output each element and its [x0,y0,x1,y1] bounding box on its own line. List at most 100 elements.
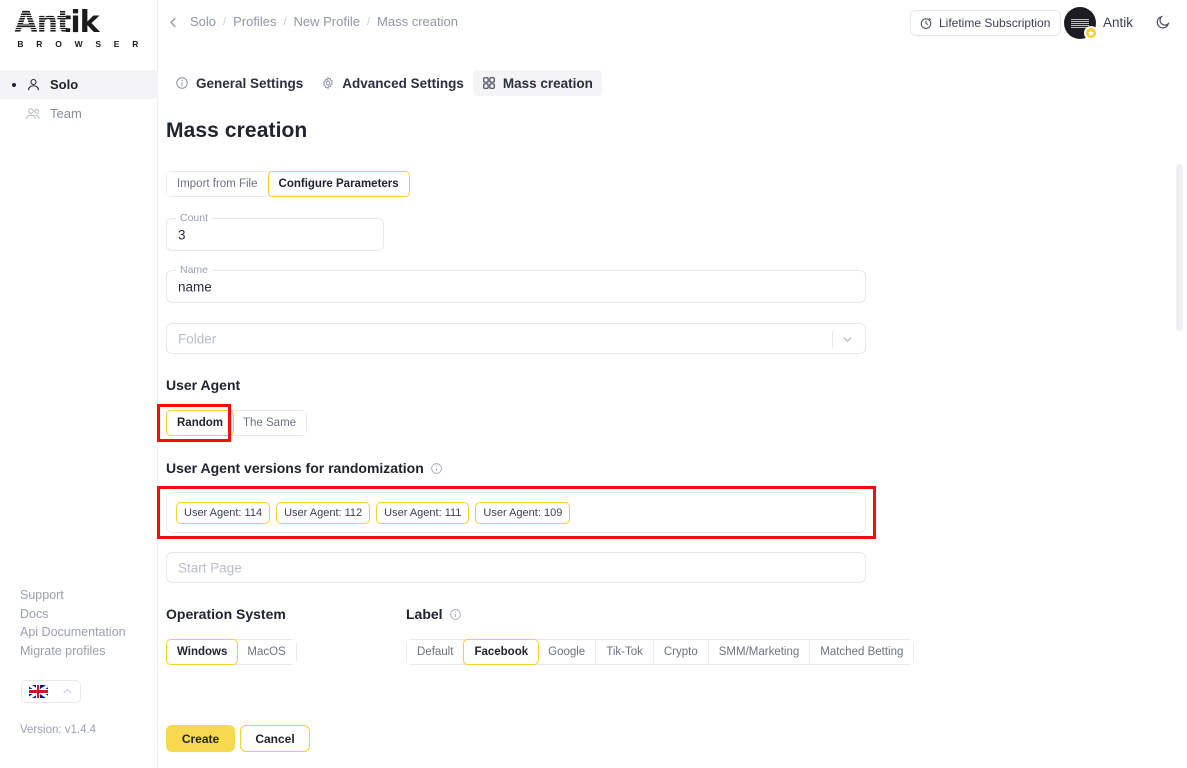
breadcrumb: Solo / Profiles / New Profile / Mass cre… [190,14,458,29]
ua-version-chip[interactable]: User Agent: 109 [475,501,571,524]
subscription-button[interactable]: Lifetime Subscription [910,10,1062,36]
grid-squares-icon [482,76,496,90]
breadcrumb-separator: / [366,15,371,28]
breadcrumb-item-profiles[interactable]: Profiles [233,14,276,29]
operation-system-heading: Operation System [166,606,286,622]
page-title: Mass creation [166,119,308,142]
start-page-field[interactable]: Start Page [166,552,866,583]
subscription-label: Lifetime Subscription [939,16,1051,30]
segment-configure-parameters[interactable]: Configure Parameters [267,171,410,197]
count-field-label: Count [176,212,213,224]
tab-label: General Settings [196,75,304,91]
segment-import-from-file[interactable]: Import from File [167,172,269,196]
chevron-up-icon [61,685,74,698]
operation-system-heading-label: Operation System [166,606,286,622]
sidebar: Antik B R O W S E R Solo Team Support Do… [0,0,158,768]
user-agent-heading-label: User Agent [166,377,241,393]
folder-divider [832,331,833,348]
create-button[interactable]: Create [166,725,235,752]
tab-label: Advanced Settings [342,75,464,91]
link-support[interactable]: Support [20,586,126,605]
logo-text: Antik [14,4,99,40]
segment-windows[interactable]: Windows [166,639,239,665]
app-version: Version: v1.4.4 [20,724,97,736]
info-circle-icon[interactable] [449,608,462,621]
app-root: Antik B R O W S E R Solo Team Support Do… [0,0,1187,768]
top-bar: Solo / Profiles / New Profile / Mass cre… [158,0,1187,46]
label-heading-label: Label [406,606,443,622]
avatar[interactable] [1064,7,1098,40]
segment-macos[interactable]: MacOS [237,640,296,664]
ua-version-chip[interactable]: User Agent: 114 [176,501,271,524]
source-mode-segmented: Import from File Configure Parameters [166,171,410,197]
link-api-documentation[interactable]: Api Documentation [20,623,126,642]
ua-version-chip[interactable]: User Agent: 111 [376,501,470,524]
start-page-placeholder: Start Page [178,560,242,575]
user-agent-mode-segmented: Random The Same [166,410,308,436]
app-logo[interactable]: Antik B R O W S E R [0,0,158,56]
name-field-label: Name [176,264,213,276]
tab-label: Mass creation [502,75,593,91]
breadcrumb-separator: / [283,15,287,28]
segment-label-facebook[interactable]: Facebook [463,639,540,665]
breadcrumb-item-solo[interactable]: Solo [190,14,216,29]
clock-icon [919,16,933,30]
uk-flag-icon [28,685,48,698]
active-dot-icon [12,82,16,87]
inactive-dot-icon [12,112,16,116]
segment-label-crypto[interactable]: Crypto [653,640,709,664]
theme-toggle-button[interactable] [1149,8,1177,36]
ua-version-chip[interactable]: User Agent: 112 [276,501,371,524]
moon-icon [1156,15,1170,29]
ua-versions-chips-container[interactable]: User Agent: 114 User Agent: 112 User Age… [166,492,866,533]
sidebar-item-team[interactable]: Team [0,99,158,128]
sidebar-item-solo[interactable]: Solo [0,70,158,99]
sidebar-item-label: Team [50,106,82,121]
name-field-value: name [178,279,212,294]
count-field-value: 3 [178,227,186,242]
gear-icon [321,76,335,90]
segment-random[interactable]: Random [166,410,234,436]
users-icon [22,106,44,121]
scrollbar-thumb[interactable] [1176,164,1183,331]
label-segmented: Default Facebook Google Tik-Tok Crypto S… [406,639,915,665]
name-field[interactable]: Name name [166,264,866,303]
link-migrate-profiles[interactable]: Migrate profiles [20,642,126,661]
breadcrumb-item-new-profile[interactable]: New Profile [294,14,360,29]
segment-label-google[interactable]: Google [538,640,597,664]
sidebar-footer-links: Support Docs Api Documentation Migrate p… [20,586,126,660]
operation-system-segmented: Windows MacOS [166,639,297,665]
language-selector[interactable] [21,680,81,703]
link-docs[interactable]: Docs [20,605,126,624]
breadcrumb-separator: / [223,15,227,28]
back-button[interactable] [164,13,182,31]
tab-general-settings[interactable]: General Settings [166,70,312,96]
segment-label-matched-betting[interactable]: Matched Betting [810,640,914,664]
ua-versions-heading: User Agent versions for randomization [166,460,443,476]
info-circle-icon[interactable] [430,462,443,475]
logo-subtitle: B R O W S E R [17,38,144,49]
segment-label-smm-marketing[interactable]: SMM/Marketing [708,640,811,664]
chevron-down-icon[interactable] [840,331,855,346]
tab-mass-creation[interactable]: Mass creation [472,70,602,96]
user-icon [22,77,44,92]
logo-wordmark: Antik [14,4,143,40]
info-circle-icon [175,76,189,90]
breadcrumb-item-mass-creation[interactable]: Mass creation [377,14,458,29]
segment-label-default[interactable]: Default [407,640,465,664]
folder-placeholder: Folder [178,331,217,346]
segment-label-tiktok[interactable]: Tik-Tok [596,640,654,664]
segment-the-same[interactable]: The Same [233,411,307,435]
settings-tabs: General Settings Advanced Settings Mass … [166,70,602,96]
sidebar-item-label: Solo [50,77,79,92]
scrollbar-track[interactable] [1176,46,1183,768]
user-agent-heading: User Agent [166,377,240,393]
folder-select[interactable]: Folder [166,323,866,354]
tab-advanced-settings[interactable]: Advanced Settings [312,70,473,96]
count-field[interactable]: Count 3 [166,212,384,251]
user-name-label: Antik [1103,15,1134,30]
cancel-button[interactable]: Cancel [240,725,310,752]
ua-versions-heading-label: User Agent versions for randomization [166,460,424,476]
label-heading: Label [406,606,462,622]
avatar-badge-icon [1084,26,1098,40]
